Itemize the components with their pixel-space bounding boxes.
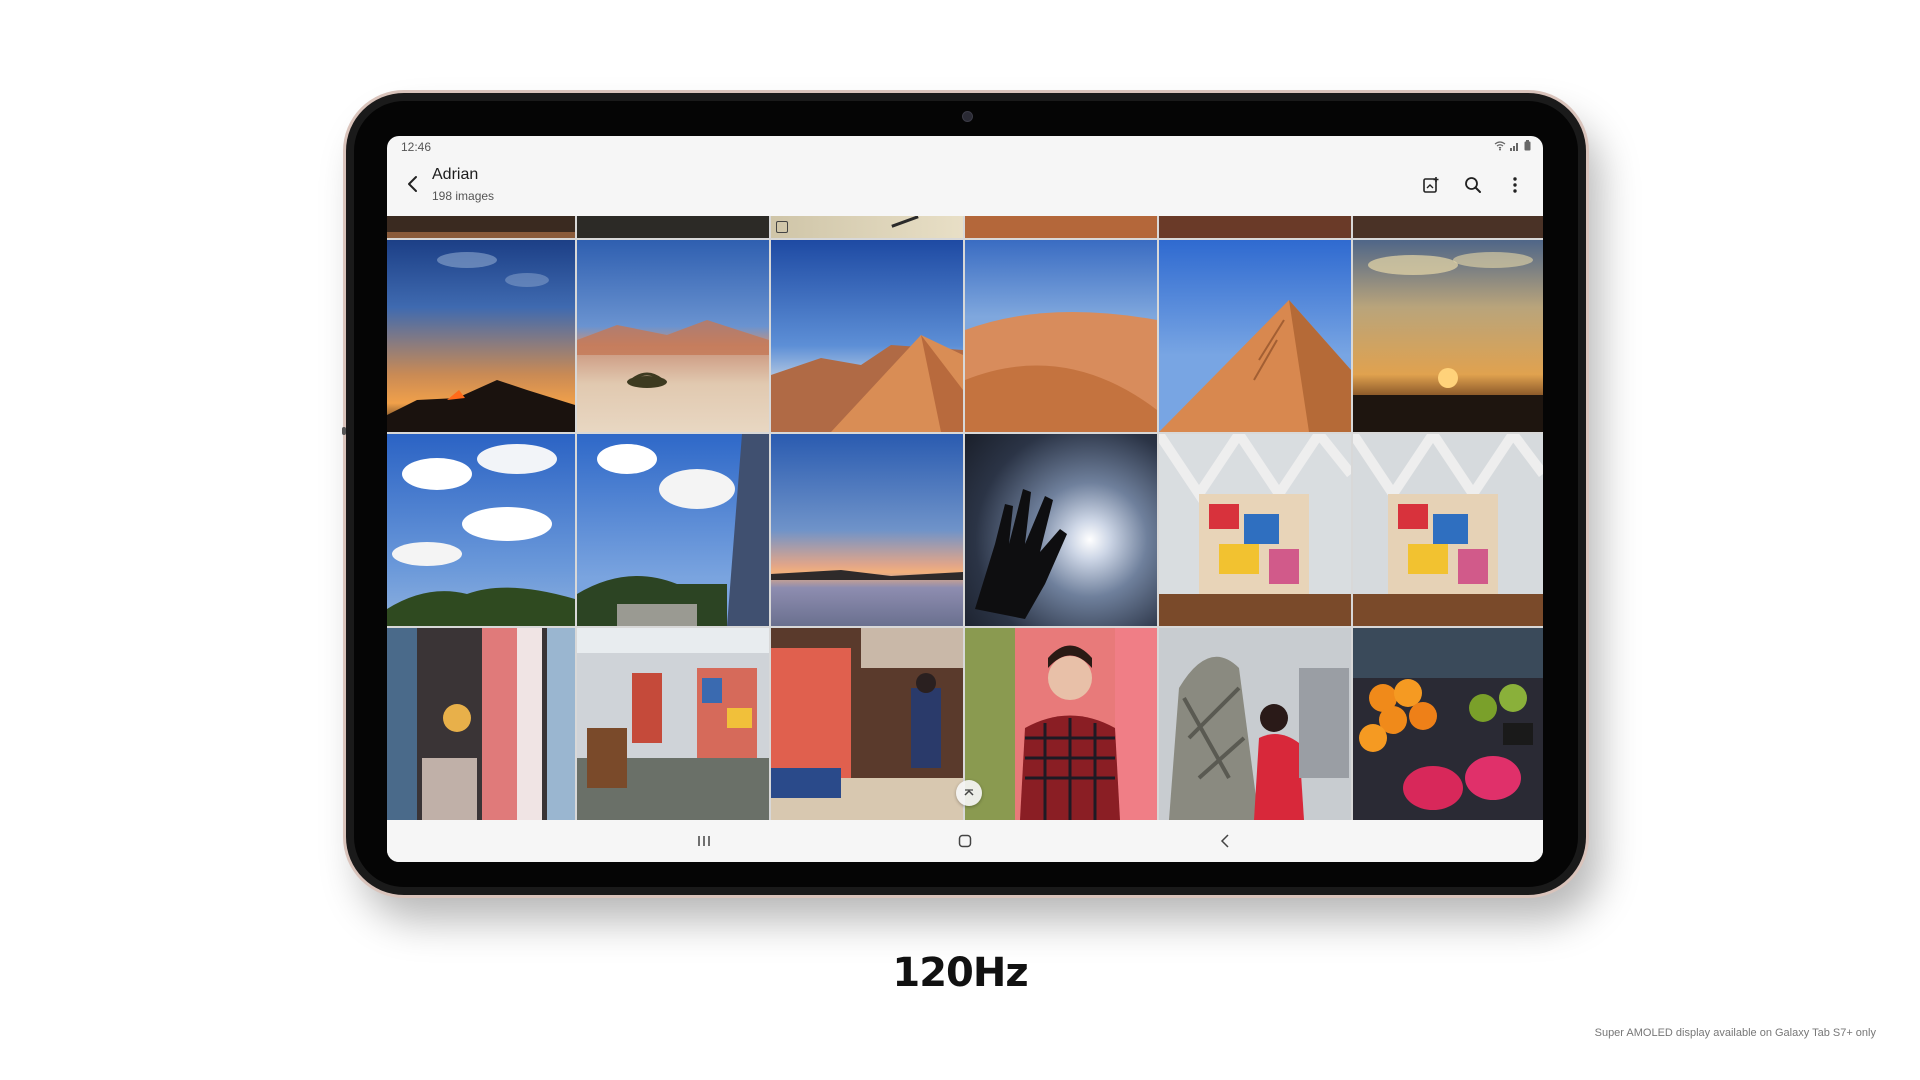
photo-thumbnail[interactable] — [965, 628, 1157, 820]
create-story-icon — [1423, 177, 1439, 193]
back-button[interactable] — [401, 172, 425, 196]
photo-thumbnail[interactable] — [1159, 434, 1351, 626]
photo-thumbnail[interactable] — [771, 240, 963, 432]
signal-icon — [1510, 142, 1518, 151]
status-time: 12:46 — [401, 140, 432, 154]
app-bar-actions — [1417, 171, 1529, 199]
photo-thumbnail[interactable] — [1353, 216, 1543, 238]
photo-thumbnail[interactable] — [1353, 628, 1543, 820]
status-bar: 12:46 — [387, 136, 1543, 158]
chevron-up-icon — [964, 789, 974, 796]
photo-thumbnail[interactable] — [387, 628, 575, 820]
photo-thumbnail[interactable] — [965, 434, 1157, 626]
photo-thumbnail[interactable] — [577, 216, 769, 238]
photo-thumbnail[interactable] — [1159, 216, 1351, 238]
photo-thumbnail[interactable] — [771, 434, 963, 626]
album-title: Adrian — [432, 166, 479, 183]
photo-thumbnail[interactable] — [1159, 628, 1351, 820]
home-icon — [958, 834, 972, 848]
search-button[interactable] — [1459, 171, 1487, 199]
wifi-icon — [1494, 140, 1506, 150]
app-bar: Adrian 198 images — [387, 158, 1543, 214]
photo-thumbnail[interactable] — [387, 434, 575, 626]
recents-icon — [698, 836, 710, 846]
tablet-device: 12:46 Adrian 198 images — [342, 93, 1586, 895]
system-navigation-bar — [387, 820, 1543, 862]
back-icon — [1220, 834, 1229, 848]
photo-thumbnail[interactable] — [965, 216, 1157, 238]
photo-thumbnail[interactable] — [1159, 240, 1351, 432]
photo-thumbnail[interactable] — [577, 240, 769, 432]
system-back-button[interactable] — [1208, 828, 1242, 854]
more-options-icon — [1513, 177, 1517, 193]
side-button — [342, 427, 346, 435]
home-button[interactable] — [948, 828, 982, 854]
photo-thumbnail[interactable] — [387, 216, 575, 238]
disclaimer-text: Super AMOLED display available on Galaxy… — [1594, 1027, 1876, 1039]
refresh-rate-caption: 120Hz — [892, 950, 1028, 996]
motion-photo-icon — [776, 221, 788, 233]
chevron-left-icon — [408, 176, 417, 192]
photo-grid — [387, 216, 1543, 820]
status-icons — [1494, 140, 1531, 151]
photo-thumbnail[interactable] — [387, 240, 575, 432]
album-image-count: 198 images — [432, 189, 495, 203]
photo-thumbnail[interactable] — [965, 240, 1157, 432]
photo-thumbnail[interactable] — [771, 216, 963, 238]
tablet-screen: 12:46 Adrian 198 images — [387, 136, 1543, 862]
photo-thumbnail[interactable] — [771, 628, 963, 820]
photo-thumbnail[interactable] — [577, 628, 769, 820]
create-story-button[interactable] — [1417, 171, 1445, 199]
search-icon — [1465, 177, 1481, 193]
photo-thumbnail[interactable] — [1353, 434, 1543, 626]
scroll-to-top-button[interactable] — [956, 780, 982, 806]
more-options-button[interactable] — [1501, 171, 1529, 199]
photo-thumbnail[interactable] — [1353, 240, 1543, 432]
front-camera — [962, 111, 973, 122]
recents-button[interactable] — [687, 828, 721, 854]
battery-icon — [1524, 140, 1531, 151]
photo-thumbnail[interactable] — [577, 434, 769, 626]
